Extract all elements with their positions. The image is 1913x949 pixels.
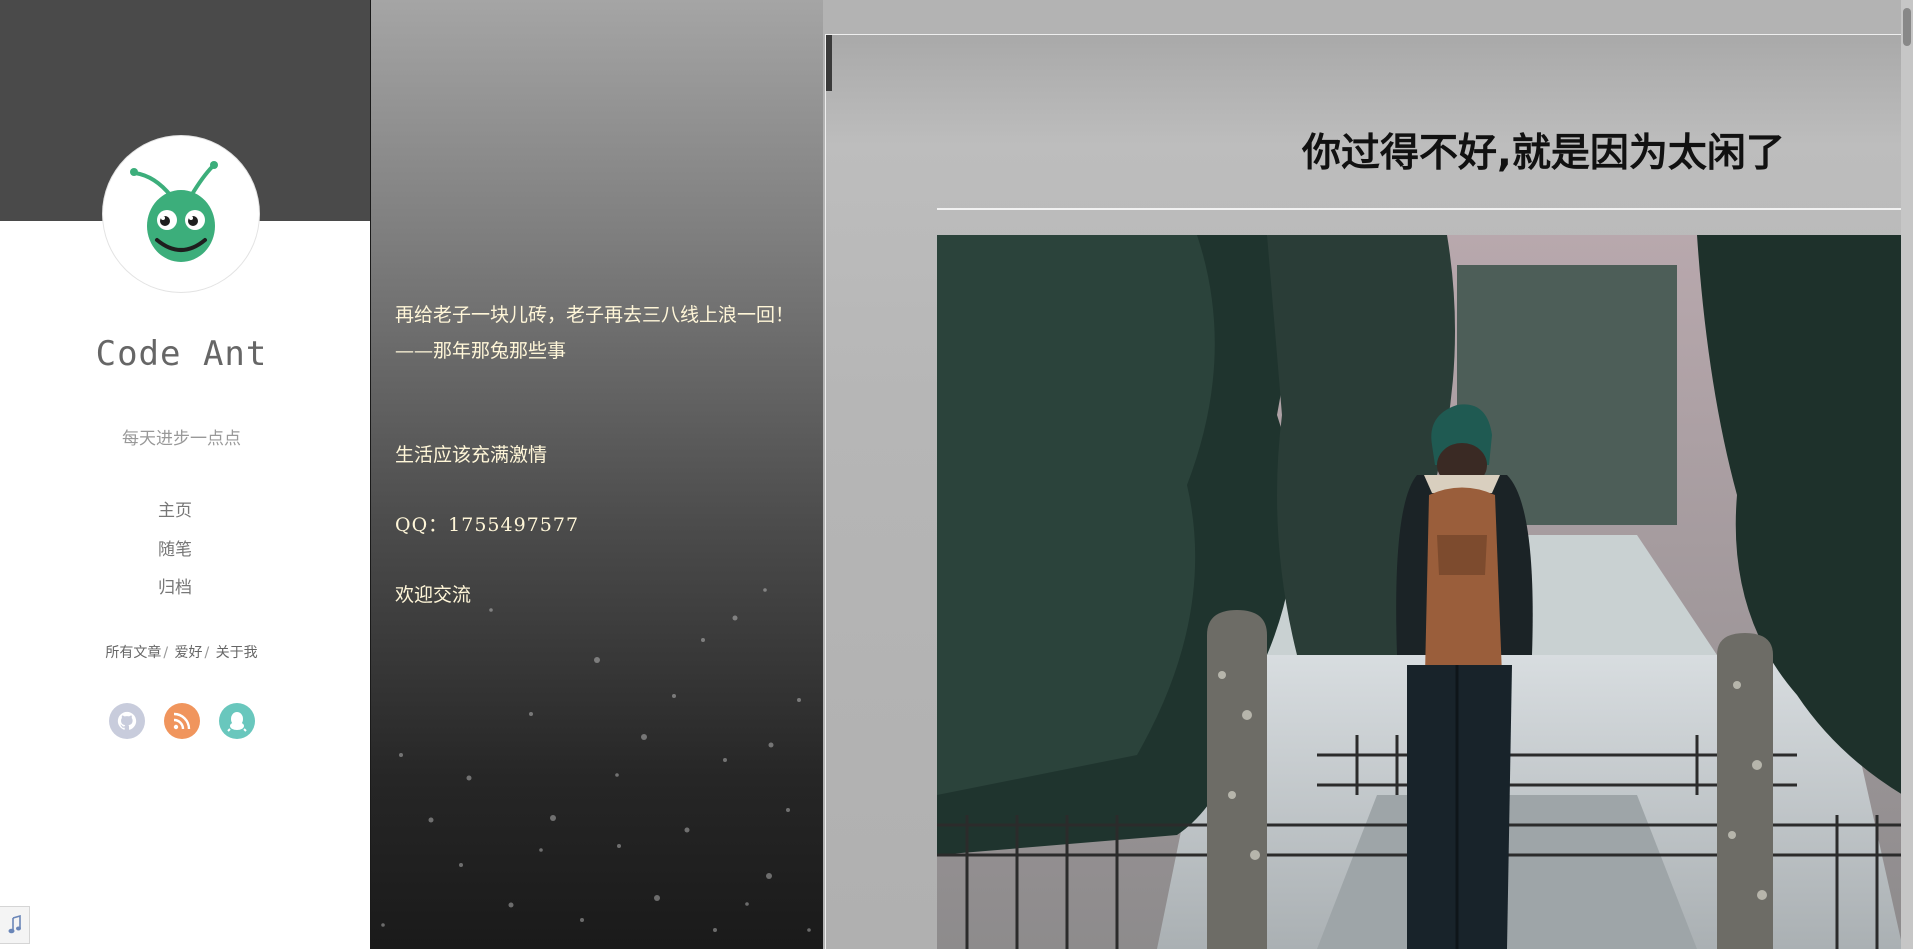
avatar[interactable] bbox=[103, 136, 259, 292]
link-separator: / bbox=[204, 645, 210, 661]
sub-links: 所有文章 / 爱好 / 关于我 bbox=[0, 642, 363, 662]
link-all-posts[interactable]: 所有文章 bbox=[105, 645, 161, 661]
quote-line: 再给老子一块儿砖，老子再去三八线上浪一回！ ——那年那兔那些事 bbox=[395, 304, 795, 362]
post-title[interactable]: 你过得不好,就是因为太闲了 bbox=[1302, 122, 1785, 178]
post-cover-image[interactable] bbox=[937, 235, 1903, 949]
title-divider bbox=[937, 208, 1903, 210]
site-motto: 每天进步一点点 bbox=[122, 429, 241, 449]
profile-sidebar: Code Ant 每天进步一点点 主页 随笔 归档 所有文章 / 爱好 / 关于我 bbox=[0, 0, 371, 949]
qq-contact: QQ：1755497577 bbox=[395, 514, 580, 536]
scrollbar-thumb[interactable] bbox=[1903, 8, 1911, 46]
quote-panel: 再给老子一块儿砖，老子再去三八线上浪一回！ ——那年那兔那些事 生活应该充满激情… bbox=[371, 0, 823, 949]
rss-button[interactable] bbox=[164, 703, 200, 739]
link-about-me[interactable]: 关于我 bbox=[216, 645, 258, 661]
qq-icon bbox=[227, 712, 247, 732]
site-name[interactable]: Code Ant bbox=[0, 334, 363, 374]
star-particles-decoration bbox=[381, 588, 811, 932]
cemetery-backpacker-photo bbox=[937, 235, 1903, 949]
nav-essays[interactable]: 随笔 bbox=[0, 535, 350, 560]
link-separator: / bbox=[163, 645, 169, 661]
nav-archive[interactable]: 归档 bbox=[0, 573, 350, 598]
quote-line: 生活应该充满激情 bbox=[395, 444, 548, 466]
page-scrollbar[interactable] bbox=[1901, 0, 1913, 949]
post-marker bbox=[826, 35, 832, 91]
github-button[interactable] bbox=[109, 703, 145, 739]
quote-line: 欢迎交流 bbox=[395, 584, 472, 606]
nav-home[interactable]: 主页 bbox=[0, 496, 350, 521]
music-player-toggle[interactable] bbox=[0, 906, 30, 944]
link-hobbies[interactable]: 爱好 bbox=[175, 645, 203, 661]
qq-button[interactable] bbox=[219, 703, 255, 739]
github-icon bbox=[117, 711, 137, 730]
music-note-icon bbox=[8, 915, 21, 934]
rss-icon bbox=[173, 712, 191, 730]
ant-logo-icon bbox=[130, 161, 218, 262]
